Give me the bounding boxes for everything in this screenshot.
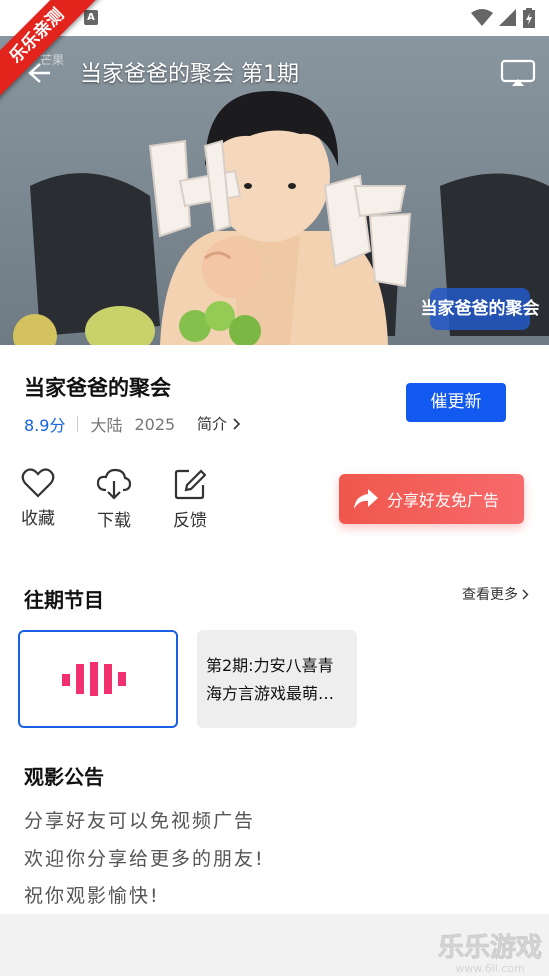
year: 2025 bbox=[134, 414, 176, 434]
wifi-icon bbox=[471, 9, 493, 26]
battery-icon bbox=[523, 8, 535, 28]
edit-icon bbox=[174, 469, 206, 500]
episode-title: 第2期:力安八喜青海方言游戏最萌… bbox=[206, 656, 335, 703]
svg-text:乐乐游戏: 乐乐游戏 bbox=[438, 933, 542, 963]
episodes-heading: 往期节目 bbox=[24, 588, 104, 612]
request-update-button[interactable]: 催更新 bbox=[406, 383, 506, 422]
chevron-right-icon bbox=[522, 589, 529, 599]
meta-row: 8.9分 大陆 2025 bbox=[24, 412, 175, 436]
svg-text:当家爸爸的聚会: 当家爸爸的聚会 bbox=[421, 298, 540, 319]
notice-heading: 观影公告 bbox=[24, 765, 104, 789]
favorite-button[interactable]: 收藏 bbox=[8, 468, 68, 529]
see-more-link[interactable]: 查看更多 bbox=[462, 584, 529, 604]
episode-card[interactable]: 第2期:力安八喜青海方言游戏最萌… bbox=[197, 630, 357, 728]
cast-screen-icon[interactable] bbox=[500, 58, 536, 88]
chevron-right-icon bbox=[233, 417, 241, 430]
ribbon-corner: 乐乐亲测 bbox=[0, 0, 120, 120]
share-arrow-icon bbox=[354, 489, 378, 509]
svg-text:www.6ll.com: www.6ll.com bbox=[455, 962, 525, 975]
show-title: 当家爸爸的聚会 bbox=[24, 376, 171, 400]
notice-line: 欢迎你分享给更多的朋友! bbox=[24, 848, 265, 870]
cloud-download-icon bbox=[96, 468, 132, 500]
notice-line: 分享好友可以免视频广告 bbox=[24, 810, 256, 832]
playing-bars-icon bbox=[62, 662, 126, 696]
episode-card-current[interactable] bbox=[18, 630, 178, 728]
score: 8.9分 bbox=[24, 416, 66, 435]
favorite-label: 收藏 bbox=[21, 509, 55, 529]
heart-icon bbox=[21, 468, 55, 498]
download-label: 下载 bbox=[97, 511, 131, 531]
divider bbox=[77, 416, 79, 432]
see-more-label: 查看更多 bbox=[462, 587, 518, 603]
notice-line: 祝你观影愉快! bbox=[24, 885, 160, 907]
show-logo: 当家爸爸的聚会 bbox=[421, 288, 540, 330]
feedback-label: 反馈 bbox=[173, 511, 207, 531]
system-icons bbox=[471, 8, 535, 28]
feedback-button[interactable]: 反馈 bbox=[160, 468, 220, 531]
ribbon-label: 乐乐亲测 bbox=[0, 0, 102, 101]
region: 大陆 bbox=[90, 416, 123, 435]
signal-icon bbox=[499, 9, 516, 26]
intro-link[interactable]: 简介 bbox=[197, 413, 241, 434]
share-label: 分享好友免广告 bbox=[387, 491, 500, 510]
brand-watermark: 乐乐游戏 www.6ll.com bbox=[438, 933, 543, 975]
download-button[interactable]: 下载 bbox=[84, 468, 144, 531]
intro-label: 简介 bbox=[197, 415, 228, 433]
share-button[interactable]: 分享好友免广告 bbox=[339, 474, 524, 524]
